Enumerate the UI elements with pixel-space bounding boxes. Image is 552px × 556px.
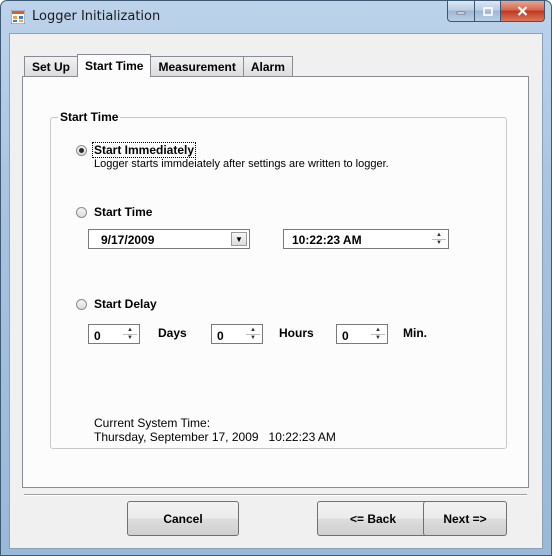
radio-label-start-immediately[interactable]: Start Immediately xyxy=(92,142,197,158)
cancel-button[interactable]: Cancel xyxy=(127,501,239,536)
radio-label-start-delay[interactable]: Start Delay xyxy=(94,297,157,311)
minimize-icon xyxy=(456,11,466,15)
spin-updown-icon[interactable]: ▲ ▼ xyxy=(371,326,385,342)
start-time-value: 10:22:23 AM xyxy=(292,233,362,247)
min-label: Min. xyxy=(403,326,427,340)
close-icon xyxy=(517,6,528,16)
main-window: Logger Initialization Set Up Start Time … xyxy=(0,0,552,556)
hours-label: Hours xyxy=(279,326,314,340)
app-window-icon xyxy=(11,10,25,24)
delay-days-spinner[interactable]: 0 ▲ ▼ xyxy=(88,324,140,344)
title-bar[interactable]: Logger Initialization xyxy=(1,1,551,33)
start-date-dropdown[interactable]: 9/17/2009 ▼ xyxy=(88,229,250,249)
tab-strip: Set Up Start Time Measurement Alarm xyxy=(24,54,293,77)
minimize-button[interactable] xyxy=(447,1,475,22)
dialog-client-area: Set Up Start Time Measurement Alarm Star… xyxy=(9,33,543,549)
current-system-time: Current System Time: Thursday, September… xyxy=(94,416,336,444)
spin-updown-icon[interactable]: ▲ ▼ xyxy=(432,231,446,247)
tab-panel: Start Time Start Immediately Logger star… xyxy=(22,76,529,488)
delay-hours-value: 0 xyxy=(217,329,224,343)
spin-updown-icon[interactable]: ▲ ▼ xyxy=(123,326,137,342)
radio-start-immediately[interactable] xyxy=(76,145,87,156)
maximize-button[interactable] xyxy=(475,1,501,22)
spin-updown-icon[interactable]: ▲ ▼ xyxy=(246,326,260,342)
tab-setup[interactable]: Set Up xyxy=(24,56,79,76)
start-time-group: Start Time Start Immediately Logger star… xyxy=(50,110,507,449)
close-button[interactable] xyxy=(501,1,545,22)
start-time-spinner[interactable]: 10:22:23 AM ▲ ▼ xyxy=(283,229,449,249)
days-label: Days xyxy=(158,326,187,340)
delay-hours-spinner[interactable]: 0 ▲ ▼ xyxy=(211,324,263,344)
radio-start-time[interactable] xyxy=(76,207,87,218)
separator xyxy=(24,494,527,496)
start-date-value: 9/17/2009 xyxy=(101,233,155,247)
tab-alarm[interactable]: Alarm xyxy=(242,56,293,76)
group-title: Start Time xyxy=(58,110,121,124)
delay-min-spinner[interactable]: 0 ▲ ▼ xyxy=(336,324,388,344)
delay-days-value: 0 xyxy=(94,329,101,343)
radio-start-delay[interactable] xyxy=(76,299,87,310)
radio-label-start-time[interactable]: Start Time xyxy=(94,205,152,219)
start-immediately-description: Logger starts immdeiately after settings… xyxy=(94,158,389,170)
tab-start-time[interactable]: Start Time xyxy=(77,54,152,77)
maximize-icon xyxy=(482,6,493,16)
tab-measurement[interactable]: Measurement xyxy=(150,56,244,76)
back-button[interactable]: <= Back xyxy=(317,501,429,536)
next-button[interactable]: Next => xyxy=(423,501,507,536)
chevron-down-icon[interactable]: ▼ xyxy=(231,232,247,246)
window-title: Logger Initialization xyxy=(32,9,161,24)
system-time-label: Current System Time: xyxy=(94,416,211,430)
system-time-value: Thursday, September 17, 2009 10:22:23 AM xyxy=(94,430,336,444)
delay-min-value: 0 xyxy=(342,329,349,343)
